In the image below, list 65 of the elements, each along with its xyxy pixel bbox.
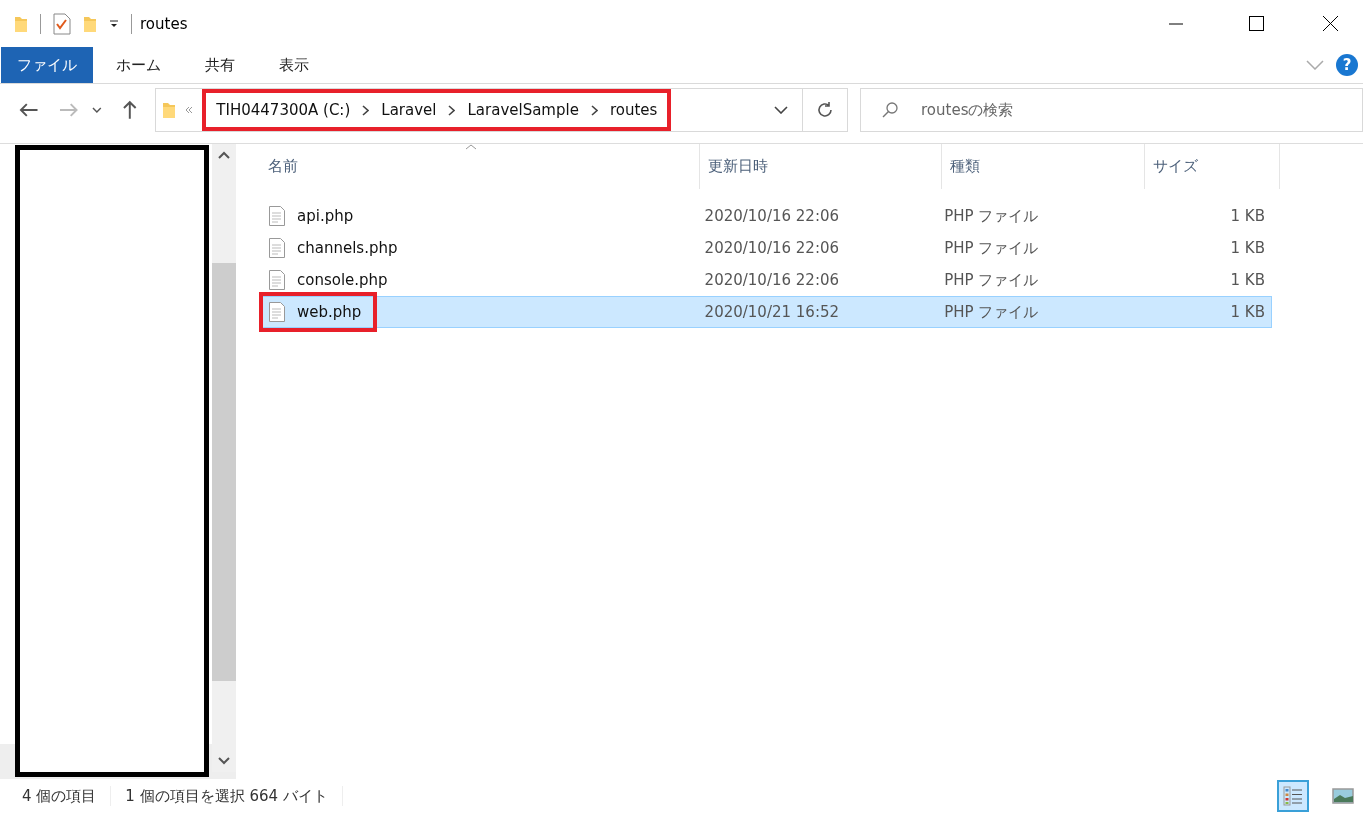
ribbon-tab[interactable]: ファイル [1, 47, 93, 83]
document-icon [269, 302, 285, 322]
file-name: console.php [297, 271, 388, 289]
breadcrumb[interactable]: LaravelSample [467, 101, 579, 119]
file-type: PHP ファイル [943, 301, 1040, 323]
details-list-icon [1283, 785, 1303, 807]
item-count: 4 個の項目 [22, 786, 97, 806]
modified-date: 2020/10/16 22:06 [703, 238, 841, 259]
refresh-icon [816, 101, 835, 119]
address-bar[interactable]: TIH0447300A (C:) Laravel LaravelSample routes [155, 88, 804, 132]
folder-icon [162, 101, 177, 119]
document-icon [269, 238, 285, 258]
properties-icon[interactable] [53, 12, 71, 35]
search-icon [882, 102, 898, 118]
breadcrumb[interactable]: TIH0447300A (C:) [216, 101, 351, 119]
modified-date: 2020/10/16 22:06 [703, 206, 841, 227]
file-type: PHP ファイル [943, 205, 1040, 227]
sort-caret-icon [465, 144, 477, 150]
up-arrow-icon[interactable] [121, 100, 138, 120]
window-title: routes [140, 14, 188, 33]
modified-date: 2020/10/21 16:52 [703, 302, 841, 323]
refresh-button[interactable] [803, 88, 848, 132]
chevron-right-icon[interactable] [448, 104, 456, 116]
file-type: PHP ファイル [943, 237, 1040, 259]
chevron-up-icon[interactable] [218, 151, 230, 159]
ribbon-tab[interactable]: ホーム [95, 47, 182, 83]
chevron-right-icon[interactable] [590, 104, 598, 116]
maximize-icon [1248, 16, 1264, 31]
file-size: 1 KB [1229, 206, 1266, 227]
column-header[interactable]: サイズ [1145, 144, 1280, 189]
file-name: channels.php [297, 239, 398, 257]
chevron-down-icon[interactable] [92, 106, 102, 114]
search-field[interactable]: routesの検索 [860, 88, 1363, 132]
details-view-button[interactable] [1277, 780, 1309, 812]
modified-date: 2020/10/16 22:06 [703, 270, 841, 291]
close-icon [1322, 16, 1338, 31]
chevron-down-icon[interactable] [218, 757, 230, 765]
double-chevron-icon[interactable] [185, 106, 194, 114]
file-row[interactable]: channels.php 2020/10/16 22:06 PHP ファイル 1 KB [260, 232, 1272, 264]
document-icon [269, 206, 285, 226]
breadcrumb[interactable]: Laravel [381, 101, 437, 119]
help-button[interactable]: ? [1336, 54, 1358, 76]
back-arrow-icon[interactable] [19, 102, 39, 118]
file-name: web.php [297, 303, 362, 321]
chevron-right-icon[interactable] [362, 104, 370, 116]
dropdown-icon[interactable] [109, 18, 119, 29]
file-size: 1 KB [1229, 270, 1266, 291]
file-name: api.php [297, 207, 354, 225]
file-type: PHP ファイル [943, 269, 1040, 291]
column-header[interactable]: 種類 [942, 144, 1145, 189]
column-header[interactable]: 名前 [260, 144, 700, 189]
chevron-down-icon[interactable] [774, 106, 789, 114]
file-size: 1 KB [1229, 302, 1266, 323]
file-size: 1 KB [1229, 238, 1266, 259]
landscape-picture-icon [1332, 788, 1354, 804]
scroll-thumb[interactable] [212, 263, 236, 681]
file-row[interactable]: api.php 2020/10/16 22:06 PHP ファイル 1 KB [260, 200, 1272, 232]
file-row[interactable]: console.php 2020/10/16 22:06 PHP ファイル 1 KB [260, 264, 1272, 296]
selection-info: 1 個の項目を選択 664 バイト [125, 786, 328, 806]
document-icon [269, 270, 285, 290]
minimize-icon [1169, 22, 1183, 25]
breadcrumb[interactable]: routes [609, 101, 658, 119]
ribbon-tab[interactable]: 共有 [184, 47, 256, 83]
column-header[interactable]: 更新日時 [700, 144, 942, 189]
ribbon-tab[interactable]: 表示 [258, 47, 330, 83]
